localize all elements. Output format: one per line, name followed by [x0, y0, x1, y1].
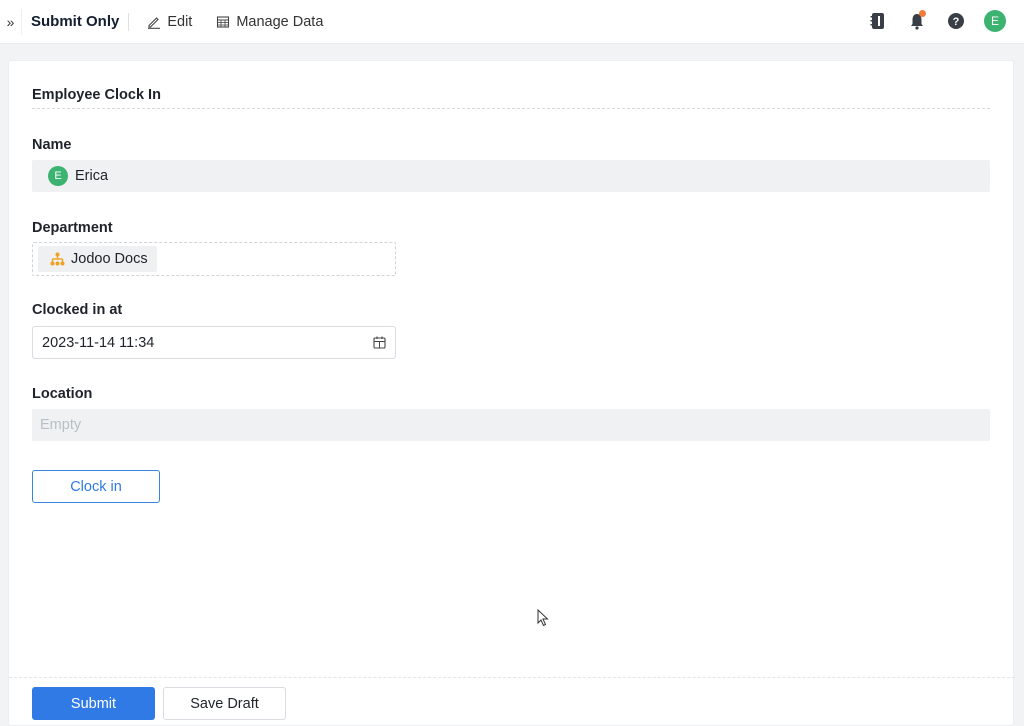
location-placeholder: Empty — [40, 417, 82, 433]
user-avatar-button[interactable]: E — [984, 10, 1006, 32]
svg-text:?: ? — [953, 16, 960, 28]
manage-data-button[interactable]: Manage Data — [216, 14, 323, 30]
location-field: Empty — [32, 409, 990, 441]
user-chip-name: Erica — [75, 168, 109, 184]
divider — [128, 12, 130, 31]
help-button[interactable]: ? — [945, 10, 967, 32]
table-icon — [217, 15, 230, 28]
name-field: E Erica — [32, 160, 990, 192]
notebook-button[interactable] — [867, 10, 889, 32]
user-avatar: E — [984, 10, 1006, 32]
department-field[interactable]: Jodoo Docs — [32, 242, 396, 276]
org-chart-icon — [50, 252, 65, 266]
notification-dot — [919, 10, 926, 17]
expand-sidebar-button[interactable]: » — [0, 8, 22, 35]
department-chip: Jodoo Docs — [38, 246, 157, 272]
footer-divider — [9, 677, 1015, 678]
manage-data-label: Manage Data — [236, 13, 324, 30]
pencil-icon — [148, 16, 161, 29]
user-chip-avatar: E — [48, 166, 68, 186]
header-actions: ? E — [850, 10, 1006, 32]
department-name: Jodoo Docs — [71, 251, 148, 267]
clocked-in-value: 2023-11-14 11:34 — [42, 334, 155, 351]
notifications-button[interactable] — [906, 10, 928, 32]
department-label: Department — [32, 220, 113, 236]
clock-in-button[interactable]: Clock in — [32, 470, 160, 503]
section-title: Employee Clock In — [32, 87, 161, 103]
mouse-cursor-icon — [537, 609, 549, 627]
section-divider — [32, 108, 990, 109]
form-title: Submit Only — [31, 13, 120, 30]
help-icon: ? — [948, 13, 964, 29]
edit-button[interactable]: Edit — [147, 14, 192, 30]
top-bar: » Submit Only Edit Manage Data ? E — [0, 0, 1024, 44]
clocked-in-label: Clocked in at — [32, 302, 123, 318]
double-chevron-right-icon: » — [6, 13, 15, 30]
save-draft-button[interactable]: Save Draft — [163, 687, 286, 720]
user-chip: E Erica — [48, 166, 108, 186]
submit-button[interactable]: Submit — [32, 687, 155, 720]
location-label: Location — [32, 386, 93, 402]
form-card: Employee Clock In Name E Erica Departmen… — [8, 60, 1015, 726]
calendar-icon[interactable] — [373, 336, 386, 349]
clocked-in-date-input[interactable]: 2023-11-14 11:34 — [32, 326, 396, 359]
name-label: Name — [32, 137, 72, 153]
edit-label: Edit — [167, 13, 193, 30]
notebook-icon — [870, 13, 884, 29]
